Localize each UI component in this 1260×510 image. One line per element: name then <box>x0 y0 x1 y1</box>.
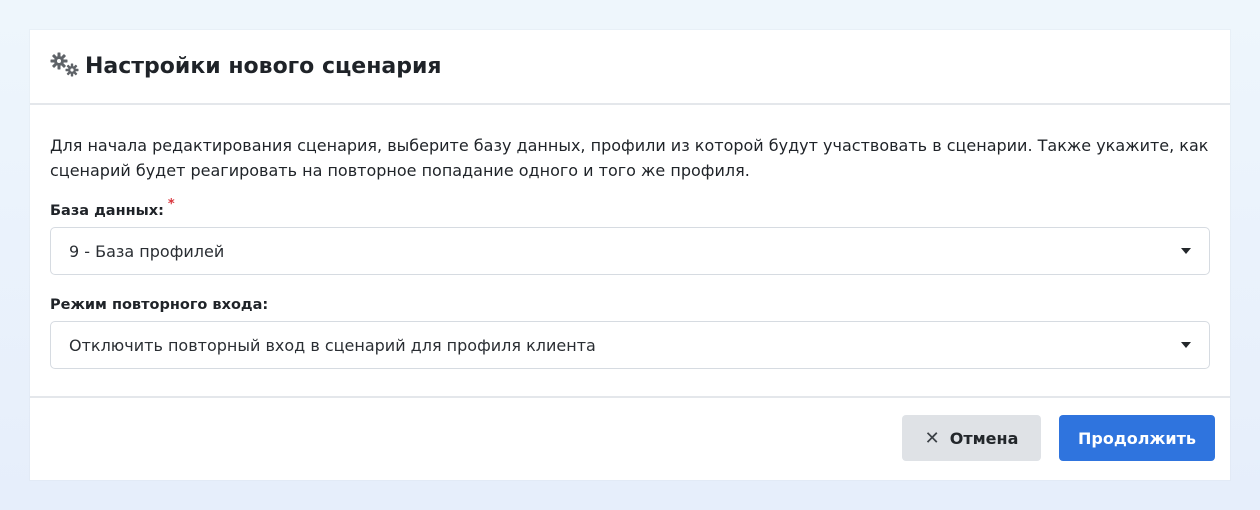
continue-button[interactable]: Продолжить <box>1059 415 1215 461</box>
database-select[interactable]: 9 - База профилей <box>50 227 1210 275</box>
scenario-settings-dialog: Настройки нового сценария Для начала ред… <box>30 30 1230 480</box>
reentry-label: Режим повторного входа: <box>50 297 269 313</box>
dialog-footer: ✕ Отмена Продолжить <box>30 398 1230 478</box>
close-icon: ✕ <box>924 427 940 449</box>
continue-button-label: Продолжить <box>1078 428 1196 448</box>
dialog-body: Для начала редактирования сценария, выбе… <box>30 105 1230 398</box>
reentry-select-value: Отключить повторный вход в сценарий для … <box>69 335 596 355</box>
database-select-value: 9 - База профилей <box>69 241 225 261</box>
caret-down-icon <box>1181 248 1191 254</box>
cancel-button-label: Отмена <box>949 428 1019 448</box>
reentry-mode-select[interactable]: Отключить повторный вход в сценарий для … <box>50 321 1210 369</box>
cancel-button[interactable]: ✕ Отмена <box>902 415 1041 461</box>
dialog-title: Настройки нового сценария <box>85 54 442 79</box>
gears-icon <box>50 52 79 76</box>
database-label-text: База данных: <box>50 203 164 219</box>
dialog-description: Для начала редактирования сценария, выбе… <box>50 136 1209 180</box>
dialog-header: Настройки нового сценария <box>30 30 1230 105</box>
database-field: База данных: * 9 - База профилей <box>50 197 1210 275</box>
required-marker: * <box>167 197 175 212</box>
database-label: База данных: * <box>50 197 175 219</box>
reentry-field: Режим повторного входа: Отключить повтор… <box>50 294 1210 369</box>
caret-down-icon <box>1181 342 1191 348</box>
